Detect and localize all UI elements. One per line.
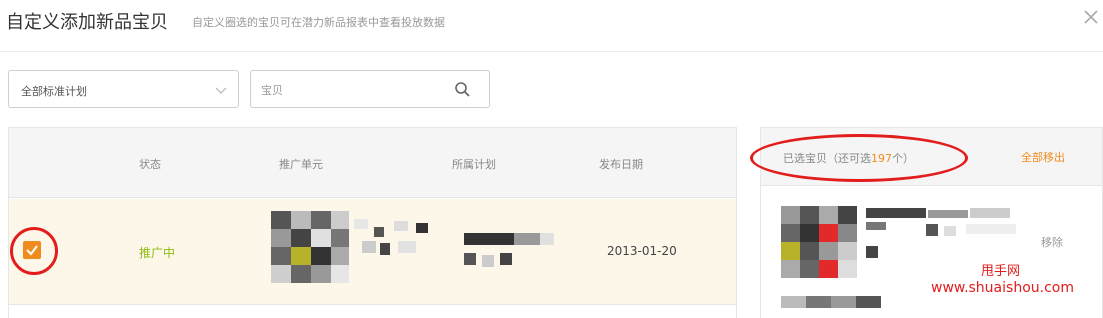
plan-select-value: 全部标准计划 (21, 85, 87, 98)
column-header-unit: 推广单元 (279, 158, 323, 171)
search-box[interactable] (250, 70, 490, 108)
search-input[interactable] (261, 80, 441, 100)
product-thumbnail (271, 211, 349, 283)
status-text: 推广中 (139, 246, 176, 260)
watermark-url: www.shuaishou.com (931, 280, 1074, 296)
table-row[interactable]: 推广中 2013-01-20 (9, 199, 736, 305)
table-header: 状态 推广单元 所属计划 发布日期 (9, 128, 736, 198)
remove-all-link[interactable]: 全部移出 (1021, 149, 1065, 165)
selected-product-thumbnail (781, 206, 857, 278)
candidate-table: 状态 推广单元 所属计划 发布日期 推广中 2013-01-20 (8, 127, 737, 318)
close-icon[interactable] (1080, 6, 1102, 28)
remaining-count: 197 (871, 152, 892, 165)
selected-count-label: 已选宝贝（还可选197个） (783, 150, 914, 166)
chevron-down-icon (215, 87, 227, 94)
selected-product-name-pixelated (866, 208, 1036, 268)
selected-panel-header: 已选宝贝（还可选197个） 全部移出 (750, 128, 1102, 186)
selected-product-thumbnail-2 (781, 296, 881, 318)
remove-link[interactable]: 移除 (1041, 234, 1063, 250)
search-icon[interactable] (454, 81, 471, 98)
dialog-title: 自定义添加新品宝贝 (6, 12, 168, 33)
selected-label-prefix: 已选宝贝（还可选 (783, 152, 871, 165)
plan-select[interactable]: 全部标准计划 (8, 70, 239, 108)
watermark-name: 甩手网 (981, 264, 1021, 279)
column-header-date: 发布日期 (599, 158, 643, 171)
product-name-pixelated (354, 219, 444, 279)
column-header-plan: 所属计划 (452, 158, 496, 171)
selected-label-suffix: 个） (892, 152, 914, 165)
check-icon (26, 245, 38, 256)
column-header-status: 状态 (139, 158, 161, 171)
plan-name-pixelated (464, 233, 564, 273)
publish-date: 2013-01-20 (607, 244, 677, 258)
row-checkbox[interactable] (23, 241, 41, 259)
dialog-subtitle: 自定义圈选的宝贝可在潜力新品报表中查看投放数据 (192, 16, 445, 29)
dialog-header: 自定义添加新品宝贝 自定义圈选的宝贝可在潜力新品报表中查看投放数据 (0, 0, 1103, 52)
